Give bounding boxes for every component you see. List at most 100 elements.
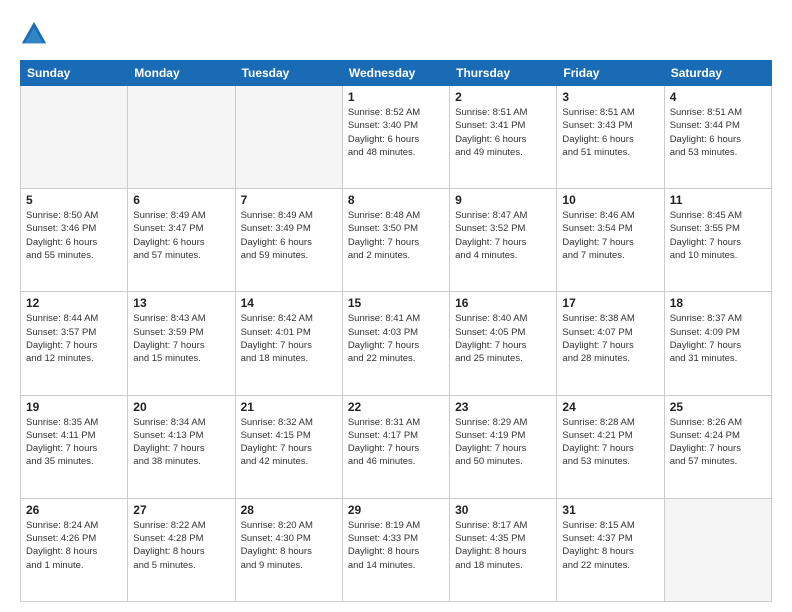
calendar-cell: 8 Sunrise: 8:48 AM Sunset: 3:50 PM Daylig… — [342, 189, 449, 292]
day-info: Sunrise: 8:46 AM Sunset: 3:54 PM Dayligh… — [562, 209, 658, 262]
day-number: 31 — [562, 503, 658, 517]
calendar-cell: 14 Sunrise: 8:42 AM Sunset: 4:01 PM Dayli… — [235, 292, 342, 395]
calendar-cell: 20 Sunrise: 8:34 AM Sunset: 4:13 PM Dayli… — [128, 395, 235, 498]
calendar-cell: 26 Sunrise: 8:24 AM Sunset: 4:26 PM Dayli… — [21, 498, 128, 601]
day-info: Sunrise: 8:52 AM Sunset: 3:40 PM Dayligh… — [348, 106, 444, 159]
day-info: Sunrise: 8:48 AM Sunset: 3:50 PM Dayligh… — [348, 209, 444, 262]
weekday-header-monday: Monday — [128, 61, 235, 86]
day-number: 3 — [562, 90, 658, 104]
day-number: 4 — [670, 90, 766, 104]
day-number: 30 — [455, 503, 551, 517]
day-number: 26 — [26, 503, 122, 517]
calendar-cell: 25 Sunrise: 8:26 AM Sunset: 4:24 PM Dayli… — [664, 395, 771, 498]
day-number: 28 — [241, 503, 337, 517]
weekday-header-thursday: Thursday — [450, 61, 557, 86]
calendar-cell: 10 Sunrise: 8:46 AM Sunset: 3:54 PM Dayli… — [557, 189, 664, 292]
calendar-cell: 17 Sunrise: 8:38 AM Sunset: 4:07 PM Dayli… — [557, 292, 664, 395]
day-info: Sunrise: 8:47 AM Sunset: 3:52 PM Dayligh… — [455, 209, 551, 262]
day-info: Sunrise: 8:50 AM Sunset: 3:46 PM Dayligh… — [26, 209, 122, 262]
day-info: Sunrise: 8:17 AM Sunset: 4:35 PM Dayligh… — [455, 519, 551, 572]
week-row-2: 5 Sunrise: 8:50 AM Sunset: 3:46 PM Daylig… — [21, 189, 772, 292]
calendar-cell: 18Sunrise: 8:37 AM Sunset: 4:09 PM Dayli… — [664, 292, 771, 395]
day-number: 23 — [455, 400, 551, 414]
week-row-5: 26 Sunrise: 8:24 AM Sunset: 4:26 PM Dayli… — [21, 498, 772, 601]
calendar-cell — [128, 86, 235, 189]
week-row-1: 1 Sunrise: 8:52 AM Sunset: 3:40 PM Daylig… — [21, 86, 772, 189]
day-info: Sunrise: 8:15 AM Sunset: 4:37 PM Dayligh… — [562, 519, 658, 572]
day-number: 13 — [133, 296, 229, 310]
day-number: 14 — [241, 296, 337, 310]
weekday-header-row: SundayMondayTuesdayWednesdayThursdayFrid… — [21, 61, 772, 86]
day-info: Sunrise: 8:42 AM Sunset: 4:01 PM Dayligh… — [241, 312, 337, 365]
calendar-cell: 4 Sunrise: 8:51 AM Sunset: 3:44 PM Daylig… — [664, 86, 771, 189]
day-number: 15 — [348, 296, 444, 310]
calendar-cell: 27 Sunrise: 8:22 AM Sunset: 4:28 PM Dayli… — [128, 498, 235, 601]
day-info: Sunrise: 8:38 AM Sunset: 4:07 PM Dayligh… — [562, 312, 658, 365]
day-info: Sunrise: 8:34 AM Sunset: 4:13 PM Dayligh… — [133, 416, 229, 469]
day-info: Sunrise: 8:43 AM Sunset: 3:59 PM Dayligh… — [133, 312, 229, 365]
calendar-cell: 16Sunrise: 8:40 AM Sunset: 4:05 PM Dayli… — [450, 292, 557, 395]
day-info: Sunrise: 8:51 AM Sunset: 3:43 PM Dayligh… — [562, 106, 658, 159]
weekday-header-saturday: Saturday — [664, 61, 771, 86]
calendar-cell: 11Sunrise: 8:45 AM Sunset: 3:55 PM Dayli… — [664, 189, 771, 292]
day-info: Sunrise: 8:19 AM Sunset: 4:33 PM Dayligh… — [348, 519, 444, 572]
calendar-cell: 6 Sunrise: 8:49 AM Sunset: 3:47 PM Daylig… — [128, 189, 235, 292]
calendar-cell: 5 Sunrise: 8:50 AM Sunset: 3:46 PM Daylig… — [21, 189, 128, 292]
day-info: Sunrise: 8:51 AM Sunset: 3:41 PM Dayligh… — [455, 106, 551, 159]
day-info: Sunrise: 8:20 AM Sunset: 4:30 PM Dayligh… — [241, 519, 337, 572]
day-number: 20 — [133, 400, 229, 414]
calendar-cell: 7 Sunrise: 8:49 AM Sunset: 3:49 PM Daylig… — [235, 189, 342, 292]
day-number: 29 — [348, 503, 444, 517]
calendar-table: SundayMondayTuesdayWednesdayThursdayFrid… — [20, 60, 772, 602]
weekday-header-wednesday: Wednesday — [342, 61, 449, 86]
calendar-cell — [664, 498, 771, 601]
day-info: Sunrise: 8:45 AM Sunset: 3:55 PM Dayligh… — [670, 209, 766, 262]
day-info: Sunrise: 8:26 AM Sunset: 4:24 PM Dayligh… — [670, 416, 766, 469]
day-number: 8 — [348, 193, 444, 207]
calendar-cell: 28 Sunrise: 8:20 AM Sunset: 4:30 PM Dayli… — [235, 498, 342, 601]
day-number: 7 — [241, 193, 337, 207]
day-number: 22 — [348, 400, 444, 414]
day-info: Sunrise: 8:51 AM Sunset: 3:44 PM Dayligh… — [670, 106, 766, 159]
calendar-cell: 21 Sunrise: 8:32 AM Sunset: 4:15 PM Dayli… — [235, 395, 342, 498]
day-info: Sunrise: 8:49 AM Sunset: 3:49 PM Dayligh… — [241, 209, 337, 262]
calendar-cell: 22 Sunrise: 8:31 AM Sunset: 4:17 PM Dayli… — [342, 395, 449, 498]
calendar-cell — [235, 86, 342, 189]
day-number: 1 — [348, 90, 444, 104]
day-info: Sunrise: 8:29 AM Sunset: 4:19 PM Dayligh… — [455, 416, 551, 469]
day-info: Sunrise: 8:32 AM Sunset: 4:15 PM Dayligh… — [241, 416, 337, 469]
day-info: Sunrise: 8:49 AM Sunset: 3:47 PM Dayligh… — [133, 209, 229, 262]
day-number: 21 — [241, 400, 337, 414]
day-number: 19 — [26, 400, 122, 414]
day-info: Sunrise: 8:40 AM Sunset: 4:05 PM Dayligh… — [455, 312, 551, 365]
day-number: 10 — [562, 193, 658, 207]
calendar-cell: 3 Sunrise: 8:51 AM Sunset: 3:43 PM Daylig… — [557, 86, 664, 189]
calendar-cell: 29 Sunrise: 8:19 AM Sunset: 4:33 PM Dayli… — [342, 498, 449, 601]
day-info: Sunrise: 8:35 AM Sunset: 4:11 PM Dayligh… — [26, 416, 122, 469]
day-number: 17 — [562, 296, 658, 310]
calendar-cell: 1 Sunrise: 8:52 AM Sunset: 3:40 PM Daylig… — [342, 86, 449, 189]
calendar-cell: 24 Sunrise: 8:28 AM Sunset: 4:21 PM Dayli… — [557, 395, 664, 498]
calendar-cell: 23 Sunrise: 8:29 AM Sunset: 4:19 PM Dayli… — [450, 395, 557, 498]
calendar-cell: 12 Sunrise: 8:44 AM Sunset: 3:57 PM Dayli… — [21, 292, 128, 395]
day-number: 5 — [26, 193, 122, 207]
calendar-cell: 13 Sunrise: 8:43 AM Sunset: 3:59 PM Dayli… — [128, 292, 235, 395]
day-number: 25 — [670, 400, 766, 414]
day-number: 27 — [133, 503, 229, 517]
header — [20, 20, 772, 48]
day-info: Sunrise: 8:28 AM Sunset: 4:21 PM Dayligh… — [562, 416, 658, 469]
day-info: Sunrise: 8:22 AM Sunset: 4:28 PM Dayligh… — [133, 519, 229, 572]
calendar-cell: 15 Sunrise: 8:41 AM Sunset: 4:03 PM Dayli… — [342, 292, 449, 395]
weekday-header-friday: Friday — [557, 61, 664, 86]
day-info: Sunrise: 8:31 AM Sunset: 4:17 PM Dayligh… — [348, 416, 444, 469]
weekday-header-tuesday: Tuesday — [235, 61, 342, 86]
day-number: 18 — [670, 296, 766, 310]
day-number: 24 — [562, 400, 658, 414]
day-info: Sunrise: 8:41 AM Sunset: 4:03 PM Dayligh… — [348, 312, 444, 365]
day-number: 6 — [133, 193, 229, 207]
day-info: Sunrise: 8:44 AM Sunset: 3:57 PM Dayligh… — [26, 312, 122, 365]
weekday-header-sunday: Sunday — [21, 61, 128, 86]
day-number: 9 — [455, 193, 551, 207]
day-number: 12 — [26, 296, 122, 310]
day-info: Sunrise: 8:24 AM Sunset: 4:26 PM Dayligh… — [26, 519, 122, 572]
